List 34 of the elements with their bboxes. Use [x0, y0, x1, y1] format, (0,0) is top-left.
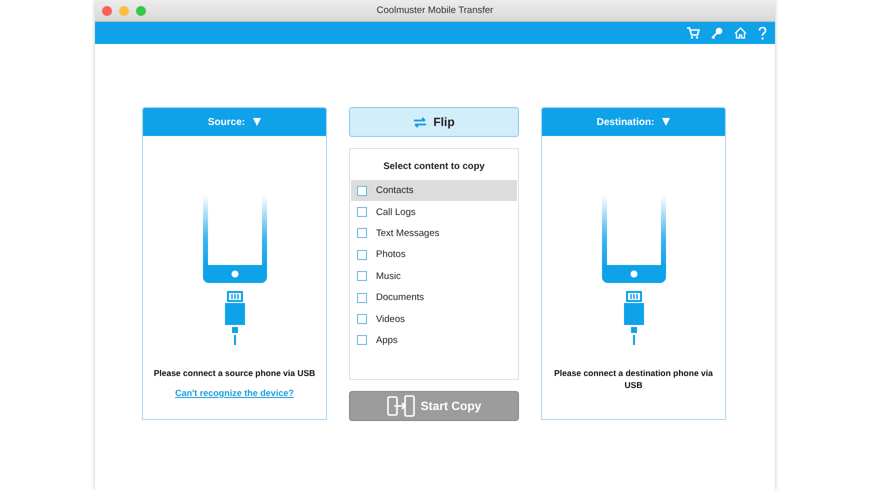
cart-icon[interactable]: [687, 27, 700, 39]
checkbox[interactable]: [357, 271, 367, 282]
content-item[interactable]: Documents: [351, 286, 517, 308]
checkbox[interactable]: [357, 228, 367, 238]
content-item[interactable]: Photos: [351, 244, 517, 266]
checkbox[interactable]: [357, 335, 367, 346]
zoom-icon[interactable]: [136, 6, 146, 16]
content-item[interactable]: Call Logs: [351, 201, 517, 223]
list-title: Select content to copy: [382, 160, 486, 174]
checkbox[interactable]: [357, 186, 367, 196]
checkbox[interactable]: [357, 250, 367, 260]
swap-icon: [413, 116, 428, 128]
panel-header-label: Destination:: [596, 116, 654, 128]
close-icon[interactable]: [102, 6, 112, 16]
checkbox[interactable]: [357, 207, 367, 218]
connect-message: Please connect a source phone via USB: [152, 367, 316, 379]
dropdown-icon[interactable]: [662, 118, 670, 126]
content-item[interactable]: Apps: [351, 330, 517, 352]
checkbox[interactable]: [357, 292, 367, 303]
help-icon[interactable]: [758, 26, 767, 40]
window-title: Coolmuster Mobile Transfer: [376, 5, 494, 16]
content-item[interactable]: Contacts: [351, 180, 517, 202]
phone-transfer-icon: [386, 395, 415, 417]
dropdown-icon[interactable]: [253, 118, 262, 126]
panel-header-label: Source:: [208, 116, 246, 128]
connect-message: Please connect a destination phone via USB: [553, 367, 714, 391]
checkbox[interactable]: [357, 314, 367, 324]
minimize-icon[interactable]: [119, 6, 129, 16]
content-item[interactable]: Music: [351, 266, 517, 287]
flip-button[interactable]: Flip: [349, 107, 519, 137]
content-item[interactable]: Text Messages: [351, 222, 517, 244]
home-icon[interactable]: [734, 27, 747, 39]
content-item[interactable]: Videos: [351, 308, 517, 330]
key-icon[interactable]: [711, 27, 723, 39]
